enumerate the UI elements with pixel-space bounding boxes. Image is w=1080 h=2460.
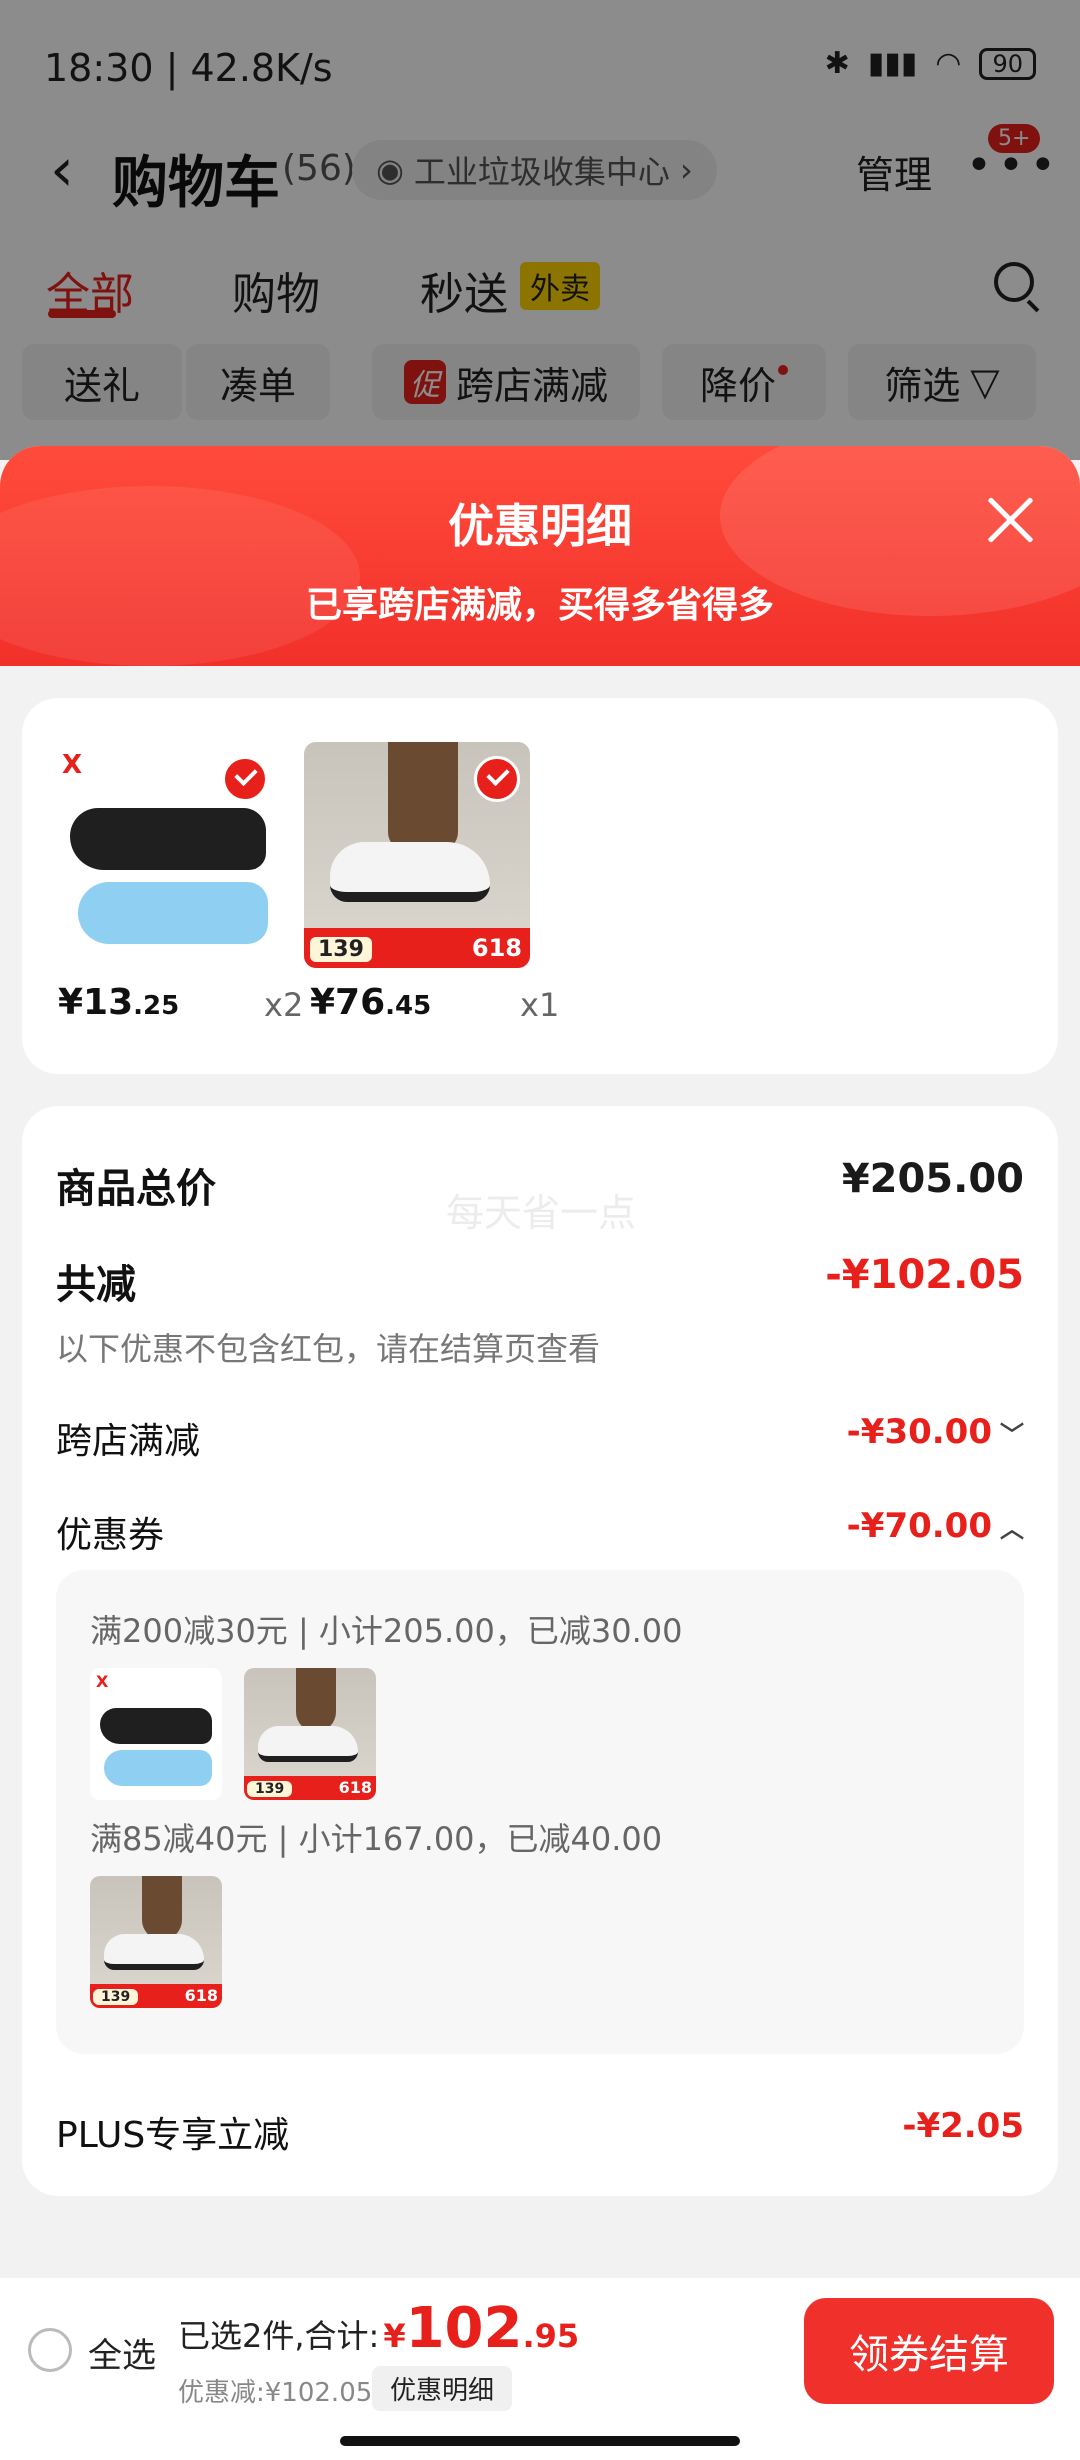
total-value: ¥205.00 [841,1156,1024,1202]
home-indicator[interactable] [340,2436,740,2446]
promo-tag: 618 [184,1986,218,2005]
insole-black [100,1708,212,1744]
plus-label: PLUS专享立减 [56,2115,290,2156]
cross-store-label: 跨店满减 [56,1421,201,1462]
selected-items-card: X ¥13.25 x2 139 618 ¥76.45 x1 [22,698,1058,1074]
coupon-detail-box: 满200减30元 | 小计205.00，已减30.00 X 139 618 满8… [56,1570,1024,2054]
insole-blue [104,1750,212,1786]
promo-price: 139 [310,937,372,962]
chevron-up-icon: ︿ [1000,1515,1024,1543]
cross-store-value: -¥30.00 ﹀ [847,1412,1024,1452]
promo-tag: 618 [471,934,522,962]
cross-store-row[interactable]: 跨店满减 -¥30.00 ﹀ [56,1412,1024,1468]
shoe-image: 139 618 [304,742,530,968]
select-all-radio[interactable] [28,2328,72,2372]
shoe-thumbnail: 139 618 [244,1668,376,1800]
sheet-title: 优惠明细 [448,499,632,553]
total-row: 商品总价 每天省一点 ¥205.00 [56,1156,1024,1235]
sheet-header: 优惠明细 已享跨店满减，买得多省得多 [0,446,1080,666]
close-icon[interactable] [986,494,1036,544]
price-decimal: .45 [385,991,432,1021]
price-decimal: .25 [133,991,180,1021]
shoe-shape [104,1934,204,1970]
coupon-value: -¥70.00 ︿ [847,1506,1024,1546]
sheet-subtitle: 已享跨店满减，买得多省得多 [305,585,774,626]
brand-logo: X [62,750,83,780]
insole-thumbnail: X [90,1668,222,1800]
coupon-row[interactable]: 优惠券 -¥70.00 ︿ [56,1506,1024,1562]
cross-store-amount: -¥30.00 [846,1412,992,1452]
item-quantity: x1 [520,986,560,1024]
discount-text: 优惠减:¥102.05 [178,2378,373,2408]
price-integer: ¥76 [310,982,386,1023]
promo-price: 139 [247,1781,293,1797]
discount-detail-sheet: 优惠明细 已享跨店满减，买得多省得多 X ¥13.25 x2 139 618 ¥… [0,446,1080,2460]
total-decimal: .95 [522,2317,580,2355]
price-integer: ¥13 [58,982,134,1023]
shoe-shape [330,842,490,902]
check-icon[interactable] [474,756,520,802]
item-price: ¥76.45 [310,982,431,1023]
total-summary: 已选2件,合计: ¥ 102 .95 [178,2296,579,2361]
checkout-bar: 全选 已选2件,合计: ¥ 102 .95 优惠减:¥102.05 优惠明细 领… [0,2278,1080,2460]
total-label: 商品总价 [56,1166,216,1212]
coupon-amount: -¥70.00 [846,1506,992,1546]
plus-row: PLUS专享立减 -¥2.05 [56,2106,1024,2162]
shoe-thumbnail: 139 618 [90,1876,222,2008]
reduce-note: 以下优惠不包含红包，请在结算页查看 [56,1330,601,1368]
reduce-value: -¥102.05 [825,1252,1024,1298]
promo-price: 139 [93,1989,139,2005]
coupon-rule: 满200减30元 | 小计205.00，已减30.00 [90,1612,683,1650]
cart-item[interactable]: X ¥13.25 x2 [52,742,303,1024]
leg-shape [388,742,458,852]
selected-text: 已选2件,合计: [178,2317,380,2355]
brand-logo: X [96,1672,109,1691]
leg-shape [296,1668,336,1732]
select-all-label[interactable]: 全选 [88,2328,156,2377]
insole-blue [78,882,268,944]
leg-shape [142,1876,182,1940]
reduce-row: 共减 -¥102.05 [56,1252,1024,1312]
price-summary-card: 商品总价 每天省一点 ¥205.00 共减 -¥102.05 以下优惠不包含红包… [22,1106,1058,2196]
item-quantity: x2 [264,986,304,1024]
insole-black [70,808,266,870]
modal-overlay[interactable] [0,0,1080,460]
watermark: 每天省一点 [446,1191,637,1235]
coupon-label: 优惠券 [56,1515,165,1556]
promo-tag: 618 [338,1778,372,1797]
reduce-label: 共减 [56,1262,136,1308]
plus-value: -¥2.05 [902,2106,1024,2146]
chevron-down-icon: ﹀ [1000,1421,1024,1449]
currency-symbol: ¥ [383,2317,406,2355]
total-integer: 102 [405,2296,523,2361]
insole-image: X [52,742,278,968]
checkout-button[interactable]: 领券结算 [804,2298,1054,2404]
cart-item[interactable]: 139 618 ¥76.45 x1 [304,742,559,1024]
coupon-rule: 满85减40元 | 小计167.00，已减40.00 [90,1820,663,1858]
discount-detail-button[interactable]: 优惠明细 [372,2366,513,2411]
item-price: ¥13.25 [58,982,179,1023]
shoe-shape [258,1726,358,1762]
check-icon[interactable] [222,756,268,802]
